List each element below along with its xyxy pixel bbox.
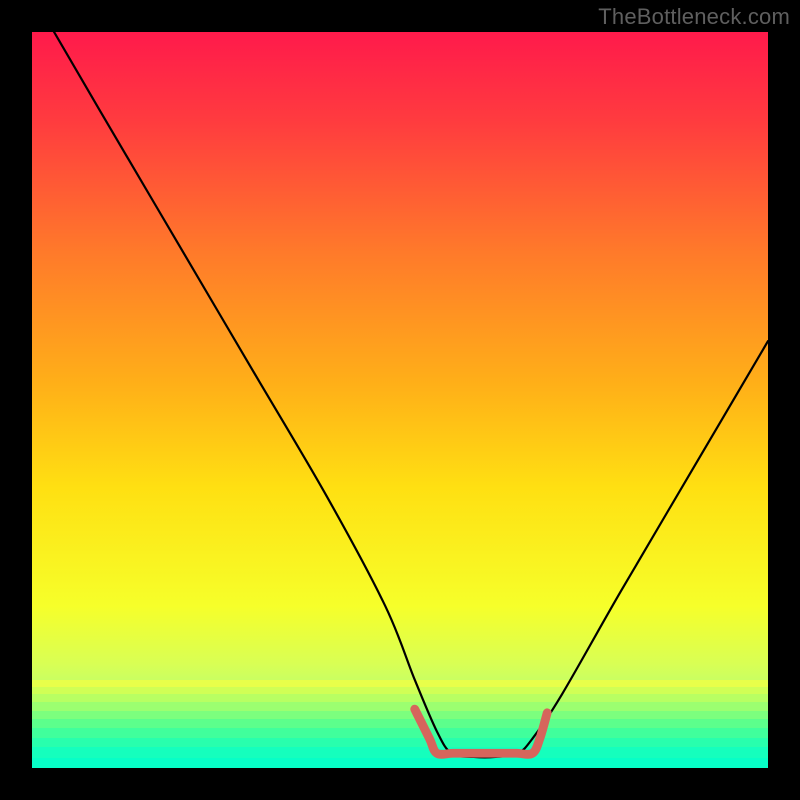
chart-frame: TheBottleneck.com [0,0,800,800]
plot-area [32,32,768,768]
bottleneck-curve [32,32,768,768]
watermark-text: TheBottleneck.com [598,4,790,30]
